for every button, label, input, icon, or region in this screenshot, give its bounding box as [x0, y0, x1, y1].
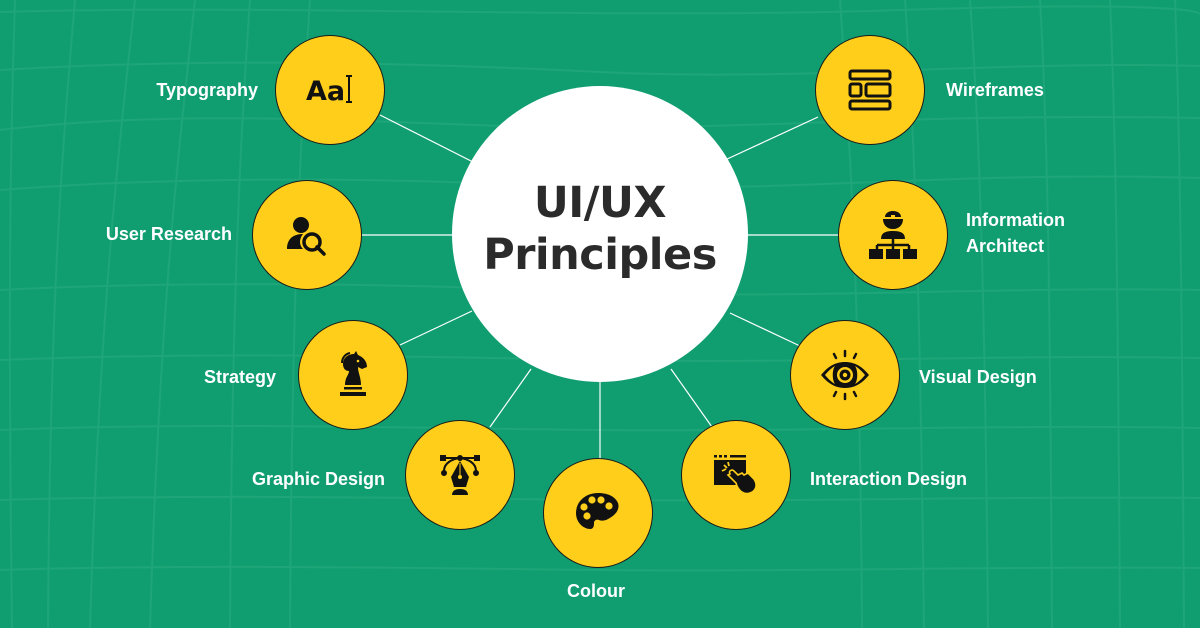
click-hand-icon [714, 455, 757, 495]
connector-interaction-design [670, 368, 713, 428]
node-graphic-design [405, 420, 515, 530]
label-strategy: Strategy [203, 367, 276, 387]
typography-icon: Aa [306, 75, 352, 107]
center-topic: UI/UX Principles [452, 86, 748, 382]
connector-wireframes [724, 116, 819, 161]
user-search-icon [287, 217, 326, 256]
node-wireframes [815, 35, 925, 145]
pen-tool-icon [440, 455, 480, 495]
connector-graphic-design [489, 368, 532, 428]
node-user-research [252, 180, 362, 290]
label-typography: Typography [156, 80, 258, 100]
palette-icon [576, 493, 619, 529]
wireframe-layout-icon [848, 69, 892, 111]
connector-typography [379, 114, 476, 164]
chess-knight-icon [340, 351, 367, 396]
node-visual-design [790, 320, 900, 430]
connector-strategy [399, 310, 473, 346]
svg-text:Aa: Aa [306, 76, 345, 107]
eye-icon [821, 349, 869, 401]
center-title-line2: Principles [483, 230, 717, 280]
label-interaction-design: Interaction Design [810, 469, 968, 489]
label-information-architect-line1: Information [966, 210, 1065, 230]
connector-visual-design [729, 312, 801, 347]
label-information-architect: Information Architect [966, 207, 1065, 259]
label-colour: Colour [567, 581, 625, 601]
node-strategy [298, 320, 408, 430]
node-interaction-design [681, 420, 791, 530]
node-typography: Aa [275, 35, 385, 145]
label-information-architect-line2: Architect [966, 236, 1045, 256]
hierarchy-person-icon [869, 211, 917, 259]
label-graphic-design: Graphic Design [251, 469, 385, 489]
label-wireframes: Wireframes [946, 80, 1044, 100]
node-information-architect [838, 180, 948, 290]
label-user-research: User Research [105, 224, 232, 244]
center-title-line1: UI/UX [533, 178, 667, 228]
node-colour [543, 458, 653, 568]
label-visual-design: Visual Design [919, 367, 1037, 387]
